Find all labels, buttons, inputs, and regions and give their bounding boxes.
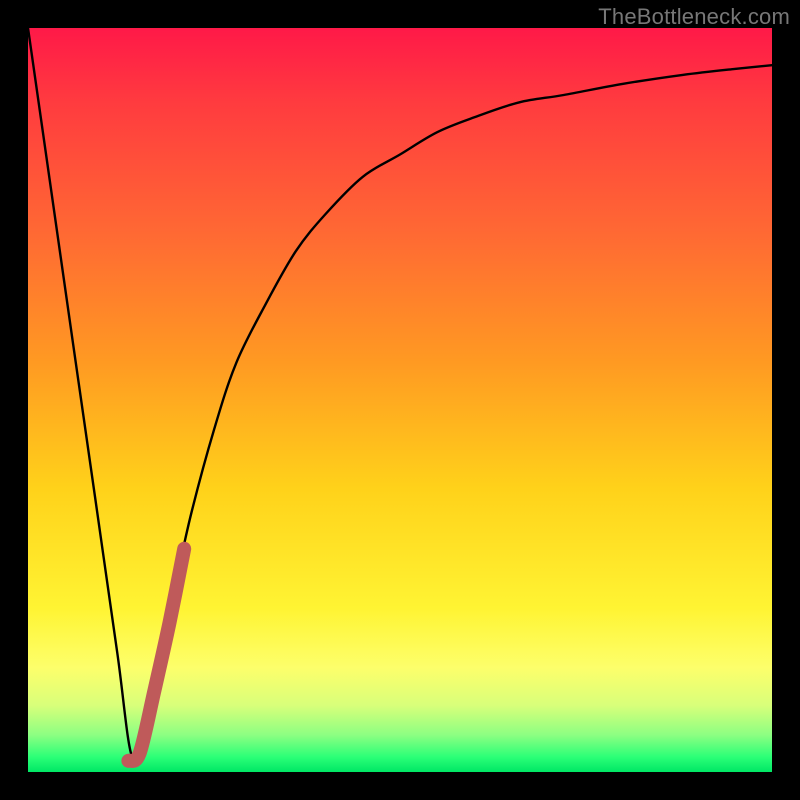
bottleneck-curve-path — [28, 28, 772, 760]
curve-svg — [28, 28, 772, 772]
chart-frame: TheBottleneck.com — [0, 0, 800, 800]
highlight-segment-path — [128, 549, 184, 761]
plot-area — [28, 28, 772, 772]
attribution-text: TheBottleneck.com — [598, 4, 790, 30]
